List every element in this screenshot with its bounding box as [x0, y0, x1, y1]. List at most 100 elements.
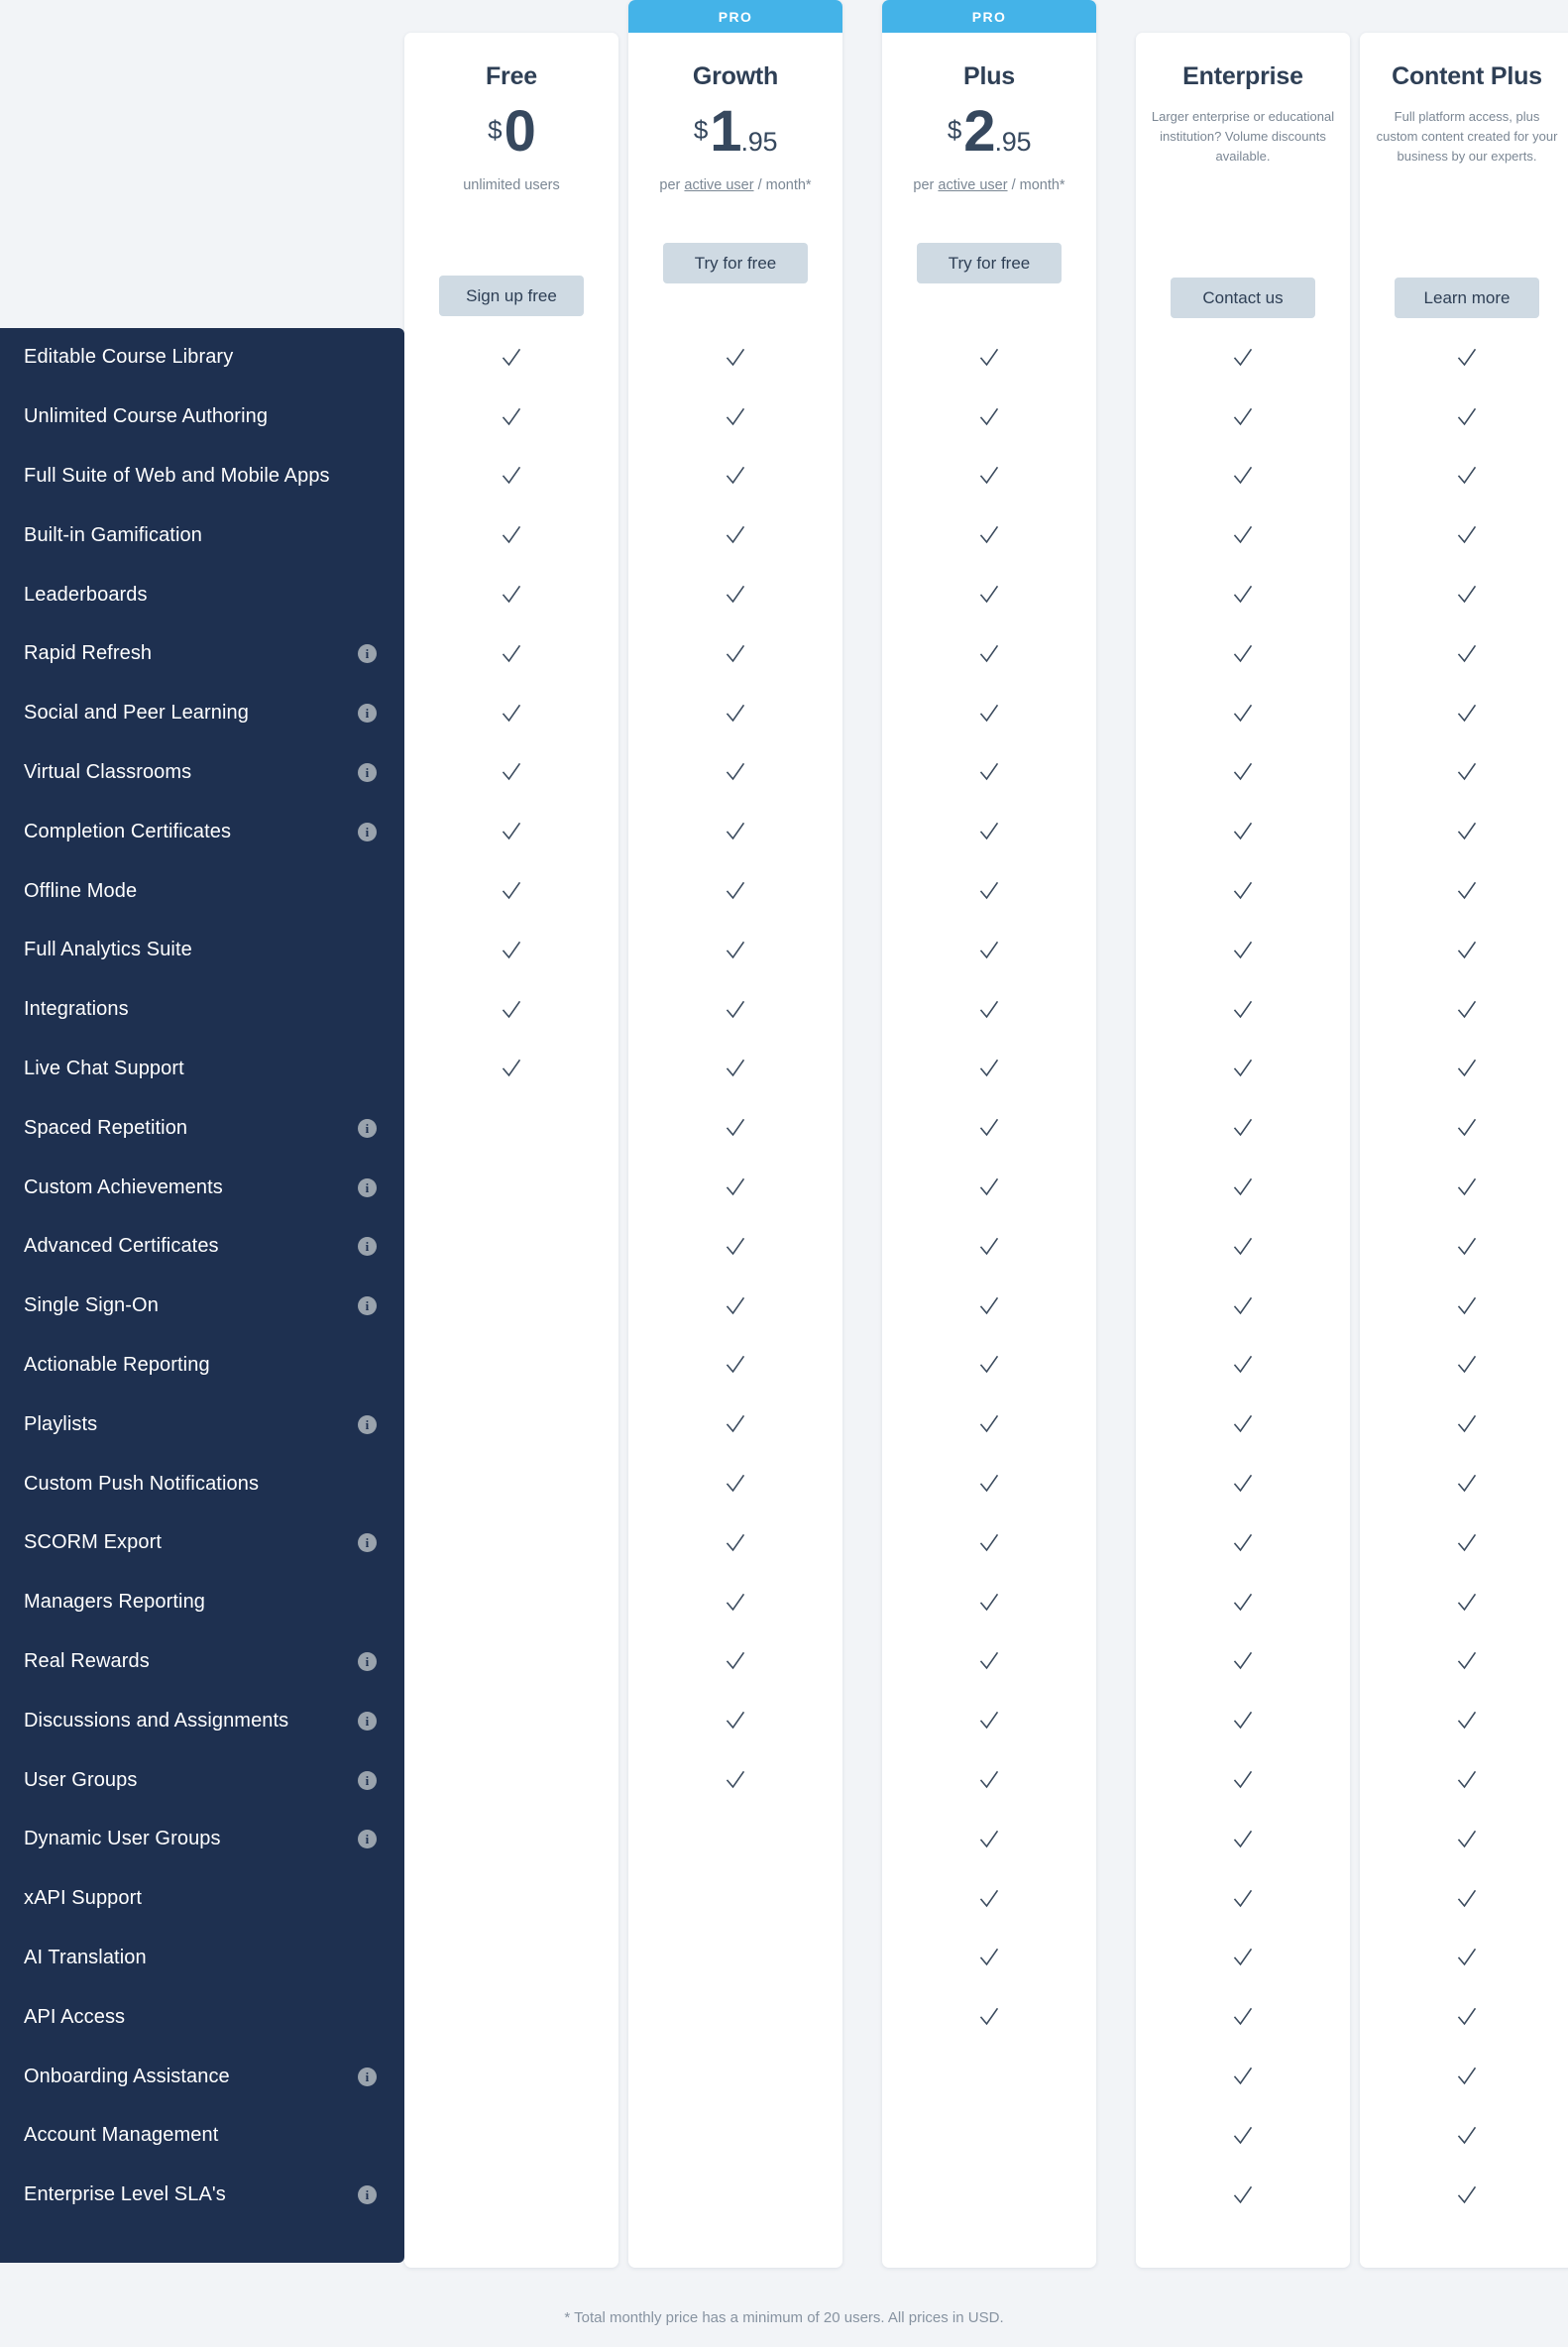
info-icon[interactable]: i [358, 1651, 377, 1671]
info-icon[interactable]: i [358, 1118, 377, 1138]
feature-label: Discussions and Assignments [24, 1709, 289, 1732]
feature-label: Offline Mode [24, 879, 138, 902]
feature-label: Full Suite of Web and Mobile Apps [24, 464, 330, 487]
plan-price-note-plus: per active user / month* [913, 177, 1065, 193]
feature-label: Leaderboards [24, 583, 148, 606]
pricing-footnote: * Total monthly price has a minimum of 2… [564, 2309, 1004, 2326]
plan-cta-button-plus[interactable]: Try for free [917, 243, 1062, 283]
plan-name-content-plus: Content Plus [1392, 62, 1542, 90]
plan-promo-badge-growth: PRO [628, 0, 842, 33]
info-icon[interactable]: i [358, 644, 377, 664]
feature-row: Real Rewards i [0, 1632, 404, 1692]
feature-row: Custom Achievements i [0, 1158, 404, 1217]
plan-cta-wrap-plus: Try for free [882, 243, 1096, 283]
feature-row: Managers Reportingi [0, 1573, 404, 1632]
feature-row: Editable Course Libraryi [0, 328, 404, 388]
info-icon[interactable]: i [358, 762, 377, 782]
feature-label: Editable Course Library [24, 346, 234, 369]
feature-row: Advanced Certificates i [0, 1217, 404, 1277]
plan-card-free: Free $0 unlimited users Sign up free [404, 33, 618, 2268]
feature-label: SCORM Export [24, 1531, 163, 1554]
info-icon[interactable]: i [358, 704, 377, 724]
plan-header-growth: Growth $1.95 per active user / month* [628, 33, 842, 196]
currency-symbol: $ [693, 115, 709, 145]
info-icon[interactable]: i [358, 1830, 377, 1849]
info-icon[interactable]: i [358, 1237, 377, 1257]
feature-label: Custom Push Notifications [24, 1472, 260, 1495]
currency-symbol: $ [947, 115, 962, 145]
info-icon[interactable]: i [358, 1414, 377, 1434]
plan-card-content-plus: Content Plus Full platform access, plus c… [1360, 33, 1568, 2268]
plan-card-plus: PRO Plus $2.95 per active user / month* Try … [882, 0, 1096, 2268]
price-amount: 2 [963, 99, 995, 164]
active-user-link[interactable]: active user [938, 177, 1007, 193]
feature-row: API Accessi [0, 1987, 404, 2047]
plan-price-note-growth: per active user / month* [659, 177, 812, 193]
info-icon[interactable]: i [358, 2185, 377, 2205]
plan-cta-wrap-free: Sign up free [404, 276, 618, 316]
plan-header-content-plus: Content Plus Full platform access, plus c… [1360, 33, 1568, 167]
feature-row: Built-in Gamificationi [0, 505, 404, 565]
feature-label: API Access [24, 2005, 126, 2028]
feature-label: Live Chat Support [24, 1057, 184, 1079]
plan-card-enterprise: Enterprise Larger enterprise or education… [1136, 33, 1350, 2268]
feature-row: Account Managementi [0, 2106, 404, 2166]
price-amount: 1 [710, 99, 741, 164]
feature-label: Virtual Classrooms [24, 760, 192, 783]
plan-cta-button-enterprise[interactable]: Contact us [1171, 278, 1315, 318]
plan-cta-wrap-content-plus: Learn more [1360, 278, 1568, 318]
feature-row: Actionable Reportingi [0, 1336, 404, 1396]
info-icon[interactable]: i [358, 1770, 377, 1790]
feature-row: Integrationsi [0, 980, 404, 1040]
feature-row: Full Suite of Web and Mobile Appsi [0, 447, 404, 506]
feature-label: Social and Peer Learning [24, 702, 249, 725]
feature-row: Offline Modei [0, 861, 404, 921]
feature-label: Dynamic User Groups [24, 1828, 221, 1850]
info-icon[interactable]: i [358, 2067, 377, 2086]
feature-label: Account Management [24, 2124, 219, 2147]
feature-label: Onboarding Assistance [24, 2065, 230, 2087]
plan-header-free: Free $0 unlimited users [404, 33, 618, 196]
feature-row: AI Translationi [0, 1929, 404, 1988]
feature-label: User Groups [24, 1768, 138, 1791]
feature-row: Custom Push Notificationsi [0, 1454, 404, 1513]
active-user-link[interactable]: active user [684, 177, 753, 193]
feature-label: Real Rewards [24, 1649, 150, 1672]
plan-cta-button-content-plus[interactable]: Learn more [1395, 278, 1539, 318]
feature-label: Advanced Certificates [24, 1235, 219, 1258]
plan-cta-button-free[interactable]: Sign up free [439, 276, 584, 316]
feature-row: Onboarding Assistance i [0, 2047, 404, 2106]
plan-name-enterprise: Enterprise [1182, 62, 1303, 90]
plan-name-growth: Growth [692, 62, 779, 90]
feature-label: Playlists [24, 1412, 98, 1435]
feature-row: Completion Certificates i [0, 802, 404, 861]
plan-columns: Free $0 unlimited users Sign up free PRO Grow… [404, 0, 1568, 2270]
feature-list-sidebar: Editable Course LibraryiUnlimited Course… [0, 328, 404, 2263]
feature-label: Unlimited Course Authoring [24, 405, 269, 428]
feature-row: Single Sign-On i [0, 1277, 404, 1336]
info-icon[interactable]: i [358, 1296, 377, 1316]
plan-card-growth: PRO Growth $1.95 per active user / month* Tr… [628, 0, 842, 2268]
feature-row: Unlimited Course Authoringi [0, 388, 404, 447]
feature-row: Playlists i [0, 1395, 404, 1454]
feature-label: Single Sign-On [24, 1294, 159, 1317]
info-icon[interactable]: i [358, 822, 377, 841]
plan-price-free: $0 [404, 103, 618, 161]
plan-description-enterprise: Larger enterprise or educational institu… [1151, 109, 1335, 165]
feature-row: Enterprise Level SLA's i [0, 2166, 404, 2225]
info-icon[interactable]: i [358, 1533, 377, 1553]
plan-cta-wrap-growth: Try for free [628, 243, 842, 283]
plan-cta-button-growth[interactable]: Try for free [663, 243, 808, 283]
feature-row: Social and Peer Learning i [0, 684, 404, 743]
feature-label: Spaced Repetition [24, 1116, 188, 1139]
info-icon[interactable]: i [358, 1711, 377, 1731]
feature-row: Live Chat Supporti [0, 1040, 404, 1099]
pricing-comparison-page: Free $0 unlimited users Sign up free PRO Grow… [0, 0, 1568, 2347]
feature-label: Managers Reporting [24, 1591, 206, 1614]
feature-label: Rapid Refresh [24, 642, 153, 665]
price-cents: .95 [994, 127, 1032, 157]
feature-label: Actionable Reporting [24, 1353, 210, 1376]
info-icon[interactable]: i [358, 1177, 377, 1197]
feature-label: xAPI Support [24, 1887, 143, 1910]
feature-row: Rapid Refresh i [0, 624, 404, 684]
